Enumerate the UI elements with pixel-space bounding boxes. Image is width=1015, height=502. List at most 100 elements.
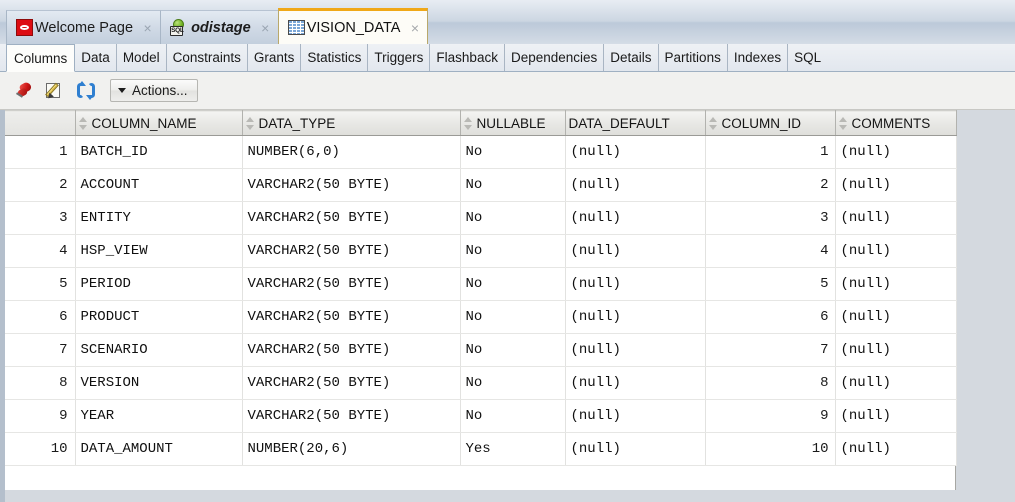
cell-data_type[interactable]: NUMBER(6,0) bbox=[242, 135, 461, 169]
tab-dependencies[interactable]: Dependencies bbox=[505, 44, 605, 71]
cell-column_id[interactable]: 2 bbox=[705, 168, 836, 202]
cell-comments[interactable]: (null) bbox=[835, 366, 957, 400]
cell-column_id[interactable]: 10 bbox=[705, 432, 836, 466]
close-icon[interactable]: × bbox=[141, 21, 154, 35]
editor-tab-odistage[interactable]: SQL odistage × bbox=[160, 10, 279, 44]
table-row[interactable]: 8 VERSION VARCHAR2(50 BYTE) No (null) 8 (null) bbox=[5, 366, 957, 400]
table-row[interactable]: 6 PRODUCT VARCHAR2(50 BYTE) No (null) 6 (null) bbox=[5, 300, 957, 334]
cell-column_name[interactable]: YEAR bbox=[75, 399, 243, 433]
tab-statistics[interactable]: Statistics bbox=[301, 44, 369, 71]
cell-column_id[interactable]: 5 bbox=[705, 267, 836, 301]
table-row[interactable]: 4 HSP_VIEW VARCHAR2(50 BYTE) No (null) 4 (null… bbox=[5, 234, 957, 268]
cell-rownum[interactable]: 8 bbox=[5, 366, 76, 400]
cell-comments[interactable]: (null) bbox=[835, 267, 957, 301]
cell-nullable[interactable]: No bbox=[460, 234, 566, 268]
column-header-column_name[interactable]: COLUMN_NAME bbox=[75, 110, 243, 136]
cell-column_name[interactable]: DATA_AMOUNT bbox=[75, 432, 243, 466]
cell-column_name[interactable]: BATCH_ID bbox=[75, 135, 243, 169]
table-row[interactable]: 7 SCENARIO VARCHAR2(50 BYTE) No (null) 7 (null… bbox=[5, 333, 957, 367]
table-row[interactable]: 9 YEAR VARCHAR2(50 BYTE) No (null) 9 (null) bbox=[5, 399, 957, 433]
cell-comments[interactable]: (null) bbox=[835, 333, 957, 367]
cell-rownum[interactable]: 10 bbox=[5, 432, 76, 466]
cell-comments[interactable]: (null) bbox=[835, 399, 957, 433]
cell-column_name[interactable]: PRODUCT bbox=[75, 300, 243, 334]
tab-details[interactable]: Details bbox=[604, 44, 659, 71]
cell-rownum[interactable]: 7 bbox=[5, 333, 76, 367]
cell-column_name[interactable]: VERSION bbox=[75, 366, 243, 400]
cell-data_default[interactable]: (null) bbox=[565, 234, 706, 268]
column-header-nullable[interactable]: NULLABLE bbox=[460, 110, 566, 136]
cell-data_default[interactable]: (null) bbox=[565, 267, 706, 301]
cell-comments[interactable]: (null) bbox=[835, 135, 957, 169]
tab-constraints[interactable]: Constraints bbox=[167, 44, 248, 71]
cell-rownum[interactable]: 1 bbox=[5, 135, 76, 169]
cell-data_default[interactable]: (null) bbox=[565, 399, 706, 433]
table-row[interactable]: 5 PERIOD VARCHAR2(50 BYTE) No (null) 5 (null) bbox=[5, 267, 957, 301]
cell-rownum[interactable]: 2 bbox=[5, 168, 76, 202]
tab-triggers[interactable]: Triggers bbox=[368, 44, 431, 71]
cell-column_id[interactable]: 6 bbox=[705, 300, 836, 334]
cell-nullable[interactable]: No bbox=[460, 300, 566, 334]
table-row[interactable]: 2 ACCOUNT VARCHAR2(50 BYTE) No (null) 2 (null) bbox=[5, 168, 957, 202]
cell-nullable[interactable]: No bbox=[460, 366, 566, 400]
cell-data_type[interactable]: VARCHAR2(50 BYTE) bbox=[242, 267, 461, 301]
cell-data_default[interactable]: (null) bbox=[565, 333, 706, 367]
cell-comments[interactable]: (null) bbox=[835, 168, 957, 202]
column-header-data_type[interactable]: DATA_TYPE bbox=[242, 110, 461, 136]
tab-data[interactable]: Data bbox=[75, 44, 117, 71]
cell-nullable[interactable]: No bbox=[460, 267, 566, 301]
cell-data_default[interactable]: (null) bbox=[565, 168, 706, 202]
freeze-pin-button[interactable] bbox=[10, 78, 38, 104]
editor-tab-welcome-page[interactable]: Welcome Page × bbox=[6, 10, 162, 44]
cell-rownum[interactable]: 4 bbox=[5, 234, 76, 268]
cell-nullable[interactable]: No bbox=[460, 333, 566, 367]
edit-button[interactable] bbox=[41, 78, 69, 104]
cell-data_type[interactable]: VARCHAR2(50 BYTE) bbox=[242, 333, 461, 367]
cell-column_id[interactable]: 4 bbox=[705, 234, 836, 268]
cell-rownum[interactable]: 3 bbox=[5, 201, 76, 235]
cell-data_type[interactable]: NUMBER(20,6) bbox=[242, 432, 461, 466]
sort-icon[interactable] bbox=[708, 116, 718, 131]
sort-icon[interactable] bbox=[78, 116, 88, 131]
cell-data_default[interactable]: (null) bbox=[565, 201, 706, 235]
cell-column_id[interactable]: 9 bbox=[705, 399, 836, 433]
tab-flashback[interactable]: Flashback bbox=[430, 44, 505, 71]
sort-icon[interactable] bbox=[463, 116, 473, 131]
cell-data_default[interactable]: (null) bbox=[565, 366, 706, 400]
sort-icon[interactable] bbox=[838, 116, 848, 131]
cell-column_name[interactable]: ACCOUNT bbox=[75, 168, 243, 202]
cell-rownum[interactable]: 6 bbox=[5, 300, 76, 334]
column-header-data_default[interactable]: DATA_DEFAULT bbox=[565, 110, 706, 136]
cell-comments[interactable]: (null) bbox=[835, 234, 957, 268]
tab-sql[interactable]: SQL bbox=[788, 44, 827, 71]
cell-data_type[interactable]: VARCHAR2(50 BYTE) bbox=[242, 168, 461, 202]
cell-nullable[interactable]: Yes bbox=[460, 432, 566, 466]
cell-comments[interactable]: (null) bbox=[835, 201, 957, 235]
tab-columns[interactable]: Columns bbox=[6, 44, 76, 72]
column-header-column_id[interactable]: COLUMN_ID bbox=[705, 110, 836, 136]
cell-data_type[interactable]: VARCHAR2(50 BYTE) bbox=[242, 366, 461, 400]
tab-partitions[interactable]: Partitions bbox=[659, 44, 728, 71]
cell-comments[interactable]: (null) bbox=[835, 300, 957, 334]
tab-grants[interactable]: Grants bbox=[248, 44, 302, 71]
cell-rownum[interactable]: 9 bbox=[5, 399, 76, 433]
cell-nullable[interactable]: No bbox=[460, 168, 566, 202]
cell-column_id[interactable]: 7 bbox=[705, 333, 836, 367]
cell-nullable[interactable]: No bbox=[460, 201, 566, 235]
cell-data_type[interactable]: VARCHAR2(50 BYTE) bbox=[242, 234, 461, 268]
tab-model[interactable]: Model bbox=[117, 44, 167, 71]
cell-data_type[interactable]: VARCHAR2(50 BYTE) bbox=[242, 201, 461, 235]
cell-data_default[interactable]: (null) bbox=[565, 135, 706, 169]
close-icon[interactable]: × bbox=[408, 21, 421, 35]
cell-column_id[interactable]: 3 bbox=[705, 201, 836, 235]
columns-grid-container[interactable]: COLUMN_NAME DATA_TYPE NULLABLE DATA_DEFAULT… bbox=[0, 110, 1015, 502]
editor-tab-vision-data[interactable]: VISION_DATA × bbox=[277, 8, 429, 44]
cell-nullable[interactable]: No bbox=[460, 135, 566, 169]
table-row[interactable]: 1 BATCH_ID NUMBER(6,0) No (null) 1 (null) bbox=[5, 135, 957, 169]
cell-data_default[interactable]: (null) bbox=[565, 432, 706, 466]
cell-data_default[interactable]: (null) bbox=[565, 300, 706, 334]
cell-column_name[interactable]: SCENARIO bbox=[75, 333, 243, 367]
tab-indexes[interactable]: Indexes bbox=[728, 44, 789, 71]
column-header-comments[interactable]: COMMENTS bbox=[835, 110, 957, 136]
cell-column_name[interactable]: PERIOD bbox=[75, 267, 243, 301]
